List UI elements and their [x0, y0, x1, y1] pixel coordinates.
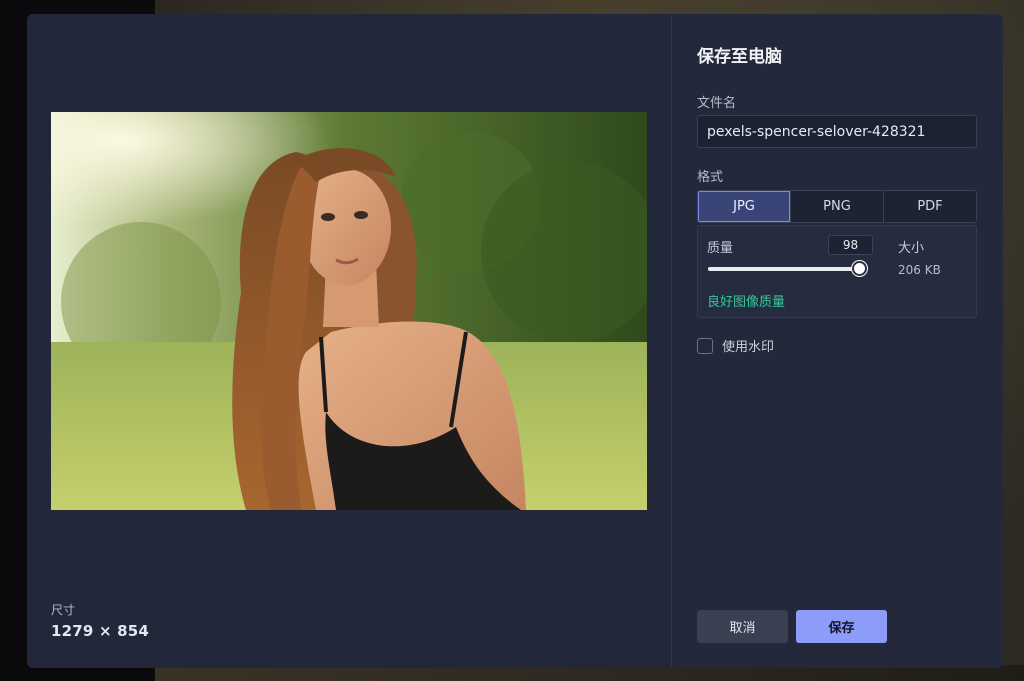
size-value: 206 KB	[898, 263, 941, 277]
watermark-label: 使用水印	[722, 340, 775, 355]
quality-panel: 质量 98 大小 206 KB 良好图像质量	[697, 225, 977, 318]
size-label: 大小	[898, 241, 925, 256]
quality-slider-thumb[interactable]	[851, 261, 867, 276]
dimensions-label: 尺寸	[51, 603, 76, 617]
format-label: 格式	[697, 170, 724, 185]
cancel-button[interactable]: 取消	[697, 610, 788, 643]
watermark-option[interactable]: 使用水印	[697, 336, 774, 355]
settings-pane: 保存至电脑 文件名 格式 JPG PNG PDF 质量 98 大小 206 KB…	[672, 14, 1003, 668]
save-button[interactable]: 保存	[796, 610, 887, 643]
quality-note: 良好图像质量	[707, 295, 786, 310]
preview-photo	[51, 112, 647, 510]
quality-label: 质量	[707, 241, 734, 256]
checkbox-icon[interactable]	[697, 337, 713, 354]
quality-slider[interactable]	[708, 261, 867, 276]
filename-input[interactable]	[697, 115, 977, 148]
format-pdf-button[interactable]: PDF	[884, 191, 976, 222]
quality-value-input[interactable]: 98	[828, 235, 873, 255]
format-jpg-button[interactable]: JPG	[698, 191, 791, 222]
preview-pane: 尺寸 1279 × 854	[27, 14, 672, 668]
dialog-title: 保存至电脑	[697, 47, 782, 67]
image-preview	[51, 112, 647, 510]
format-selector: JPG PNG PDF	[697, 190, 977, 223]
format-png-button[interactable]: PNG	[791, 191, 884, 222]
filename-label: 文件名	[697, 96, 737, 111]
dimensions-value: 1279 × 854	[51, 622, 150, 640]
save-to-computer-dialog: 尺寸 1279 × 854 保存至电脑 文件名 格式 JPG PNG PDF 质…	[27, 14, 1003, 668]
quality-slider-fill	[708, 267, 860, 271]
